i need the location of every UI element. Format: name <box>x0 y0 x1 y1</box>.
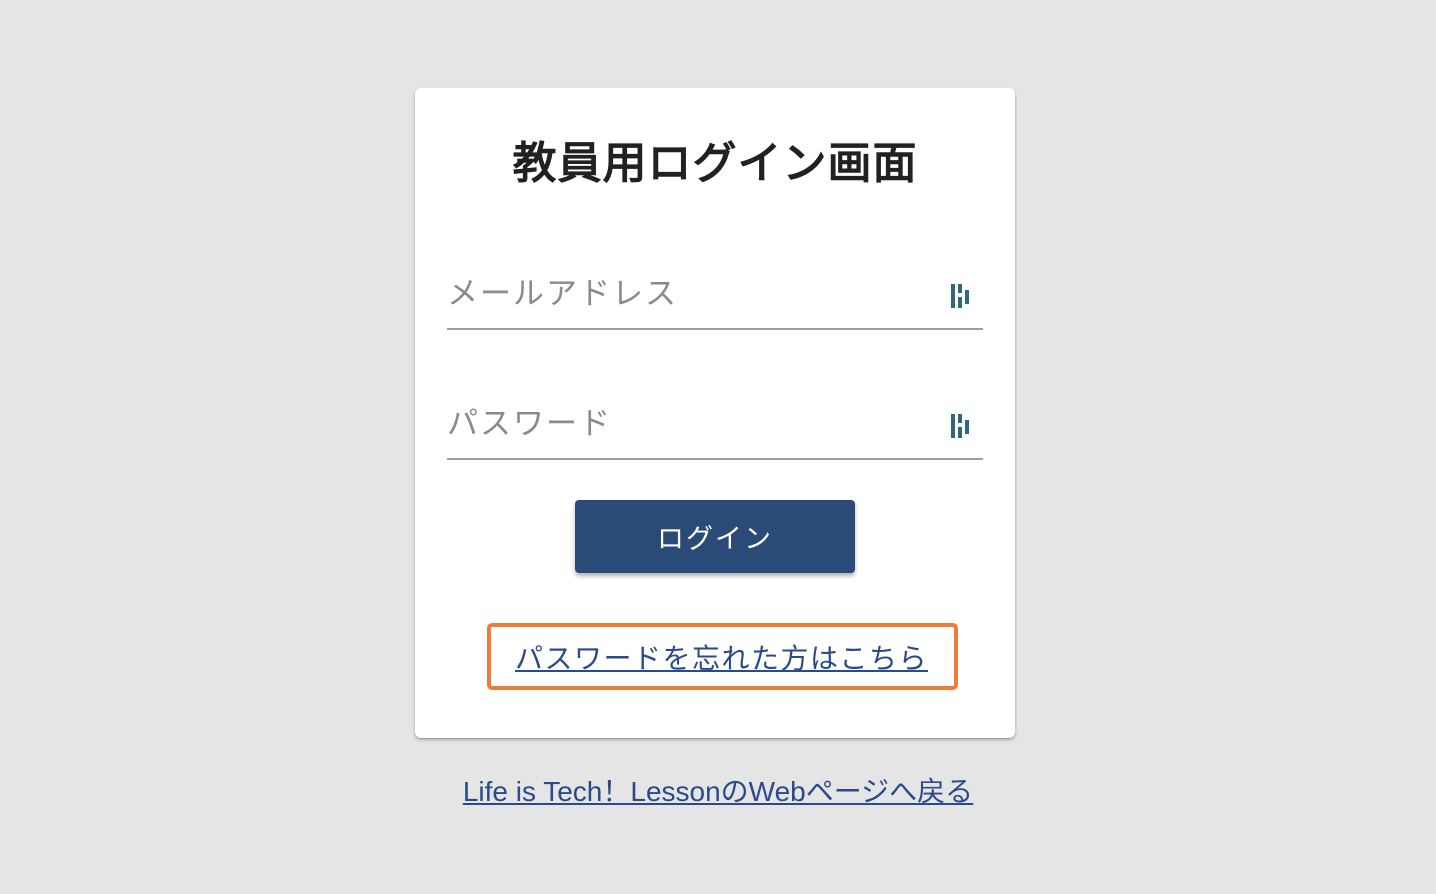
back-to-webpage-link[interactable]: Life is Tech！LessonのWebページへ戻る <box>463 776 973 807</box>
login-page: 教員用ログイン画面 ログイン パスワードを忘れた方はこちら L <box>0 0 1436 894</box>
password-field[interactable] <box>447 402 927 446</box>
password-field-container <box>447 380 983 460</box>
email-field-container <box>447 250 983 330</box>
back-link-container: Life is Tech！LessonのWebページへ戻る <box>0 770 1436 810</box>
login-button[interactable]: ログイン <box>575 500 855 573</box>
page-title: 教員用ログイン画面 <box>512 138 918 189</box>
email-field[interactable] <box>447 272 927 316</box>
password-manager-icon[interactable] <box>951 412 973 440</box>
forgot-password-link[interactable]: パスワードを忘れた方はこちら <box>515 637 928 677</box>
login-card: 教員用ログイン画面 ログイン パスワードを忘れた方はこちら <box>415 88 1015 738</box>
password-manager-icon[interactable] <box>951 282 973 310</box>
highlight-box: パスワードを忘れた方はこちら <box>487 623 958 690</box>
